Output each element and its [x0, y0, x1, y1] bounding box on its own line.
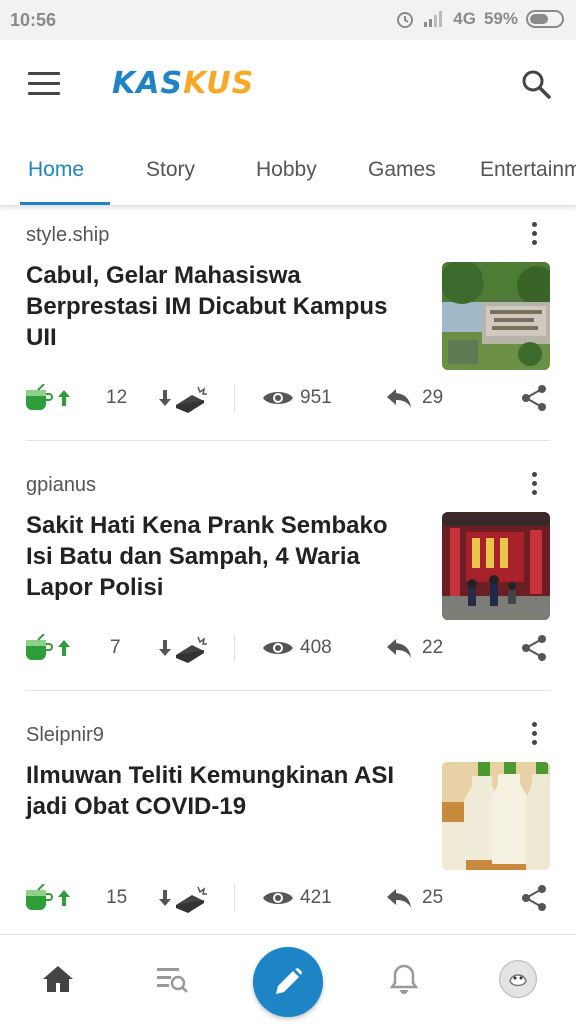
upvote-count: 15 — [106, 887, 128, 908]
thread-title[interactable]: Sakit Hati Kena Prank Sembako Isi Batu d… — [26, 510, 416, 603]
signal-icon — [424, 11, 443, 27]
arrow-down-icon — [159, 640, 171, 656]
status-bar: 10:56 4G 59% — [0, 0, 576, 40]
thread-card[interactable]: style.ship Cabul, Gelar Mahasiswa Berpre… — [0, 206, 576, 456]
menu-icon[interactable] — [28, 72, 60, 98]
kaskus-logo[interactable]: KASKUS — [112, 66, 254, 101]
tab-entertainment[interactable]: Entertainm — [480, 158, 576, 182]
thread-actions: 15 421 25 — [0, 878, 576, 918]
tab-games[interactable]: Games — [368, 158, 436, 182]
view-count-value: 951 — [300, 387, 332, 408]
action-divider — [234, 634, 235, 662]
cendol-cup-icon — [26, 384, 53, 410]
upvote-count: 12 — [106, 387, 128, 408]
upvote-count: 7 — [110, 637, 121, 658]
avatar — [499, 960, 537, 998]
milk-bottles-photo[interactable] — [442, 762, 550, 870]
view-count: 951 — [262, 378, 332, 418]
bata-downvote-button[interactable] — [156, 378, 208, 418]
action-divider — [234, 384, 235, 412]
notification-bell-icon[interactable] — [382, 957, 426, 1001]
arrow-down-icon — [159, 390, 171, 406]
eye-icon — [263, 892, 293, 904]
view-count-value: 408 — [300, 637, 332, 658]
arrow-down-icon — [159, 890, 171, 906]
view-count-value: 421 — [300, 887, 332, 908]
eye-icon — [263, 392, 293, 404]
cendol-upvote-button[interactable] — [24, 378, 74, 418]
police-station-photo[interactable] — [442, 512, 550, 620]
share-icon[interactable] — [520, 878, 548, 918]
search-icon[interactable] — [520, 68, 552, 100]
bata-downvote-button[interactable] — [156, 878, 208, 918]
thread-author[interactable]: gpianus — [26, 474, 96, 497]
bata-downvote-button[interactable] — [156, 628, 208, 668]
reply-icon — [387, 389, 411, 408]
card-divider — [26, 440, 550, 441]
thread-actions: 12 951 29 — [0, 378, 576, 418]
category-tabs: Home Story Hobby Games Entertainm — [0, 130, 576, 206]
arrow-up-icon — [58, 640, 70, 656]
thread-card[interactable]: Sleipnir9 Ilmuwan Teliti Kemungkinan ASI… — [0, 706, 576, 930]
battery-icon — [526, 10, 564, 28]
brick-icon — [176, 886, 207, 913]
more-options-icon[interactable] — [526, 472, 542, 498]
tab-hobby[interactable]: Hobby — [256, 158, 317, 182]
bottom-navigation — [0, 934, 576, 1024]
brick-icon — [176, 386, 207, 413]
tab-home[interactable]: Home — [28, 158, 84, 182]
profile-avatar[interactable] — [496, 957, 540, 1001]
cendol-cup-icon — [26, 884, 53, 910]
arrow-up-icon — [58, 390, 70, 406]
eye-icon — [263, 642, 293, 654]
cendol-upvote-button[interactable] — [24, 878, 74, 918]
brick-icon — [176, 636, 207, 663]
view-count: 408 — [262, 628, 332, 668]
reply-count: 22 — [422, 637, 444, 658]
status-icons: 4G 59% — [395, 9, 564, 29]
view-count: 421 — [262, 878, 332, 918]
search-list-icon[interactable] — [150, 957, 194, 1001]
more-options-icon[interactable] — [526, 722, 542, 748]
reply-button[interactable]: 29 — [386, 378, 443, 418]
reply-icon — [387, 639, 411, 658]
thread-author[interactable]: style.ship — [26, 224, 109, 247]
reply-button[interactable]: 22 — [386, 628, 443, 668]
logo-part-kus: KUS — [183, 66, 255, 101]
reply-count: 25 — [422, 887, 444, 908]
tab-story[interactable]: Story — [146, 158, 195, 182]
create-thread-icon[interactable] — [253, 947, 323, 1017]
cendol-upvote-button[interactable] — [24, 628, 74, 668]
logo-part-kas: KAS — [112, 66, 184, 101]
thread-title[interactable]: Cabul, Gelar Mahasiswa Berprestasi IM Di… — [26, 260, 416, 353]
reply-icon — [387, 889, 411, 908]
card-divider — [26, 690, 550, 691]
thread-title[interactable]: Ilmuwan Teliti Kemungkinan ASI jadi Obat… — [26, 760, 416, 822]
more-options-icon[interactable] — [526, 222, 542, 248]
alarm-icon — [397, 12, 414, 28]
thread-author[interactable]: Sleipnir9 — [26, 724, 104, 747]
university-sign-photo[interactable] — [442, 262, 550, 370]
thread-card[interactable]: gpianus Sakit Hati Kena Prank Sembako Is… — [0, 456, 576, 706]
action-divider — [234, 884, 235, 912]
share-icon[interactable] — [520, 378, 548, 418]
thread-actions: 7 408 22 — [0, 628, 576, 668]
share-icon[interactable] — [520, 628, 548, 668]
reply-count: 29 — [422, 387, 444, 408]
reply-button[interactable]: 25 — [386, 878, 443, 918]
arrow-up-icon — [58, 890, 70, 906]
app-bar: KASKUS — [0, 40, 576, 130]
thread-feed: style.ship Cabul, Gelar Mahasiswa Berpre… — [0, 206, 576, 930]
network-type: 4G — [453, 9, 476, 28]
battery-percent: 59% — [483, 9, 518, 28]
home-icon[interactable] — [36, 957, 80, 1001]
status-time: 10:56 — [10, 10, 57, 30]
cendol-cup-icon — [26, 634, 53, 660]
